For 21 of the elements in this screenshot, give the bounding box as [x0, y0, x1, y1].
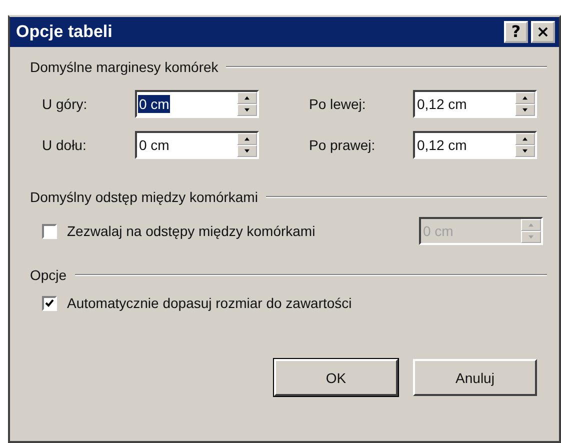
field-label: U dołu: — [42, 137, 88, 153]
spin-field[interactable]: 0 cm — [135, 131, 259, 159]
cancel-button[interactable]: Anuluj — [413, 359, 537, 396]
spin-field[interactable]: 0,12 cm — [413, 90, 537, 118]
spin-field[interactable]: 0,12 cm — [413, 131, 537, 159]
help-button[interactable]: ? — [504, 21, 528, 43]
field-label: U góry: — [42, 96, 88, 112]
checkbox-label: Zezwalaj na odstępy między komórkami — [67, 223, 316, 239]
checkbox[interactable] — [42, 296, 57, 310]
group-title: Opcje — [30, 267, 67, 283]
checkbox-label: Automatycznie dopasuj rozmiar do zawartości — [67, 295, 352, 311]
group-title: Domyślny odstęp między komórkami — [30, 189, 258, 205]
checkbox[interactable] — [42, 224, 57, 238]
field-label: Po prawej: — [309, 137, 376, 153]
close-button[interactable]: × — [531, 21, 555, 43]
window-title: Opcje tabeli — [16, 22, 112, 42]
field-label: Po lewej: — [309, 96, 367, 112]
spin-field[interactable]: 0 cm — [135, 90, 259, 118]
ok-button[interactable]: OK — [274, 359, 398, 396]
group-title: Domyślne marginesy komórek — [30, 59, 218, 75]
check-icon — [45, 298, 54, 308]
